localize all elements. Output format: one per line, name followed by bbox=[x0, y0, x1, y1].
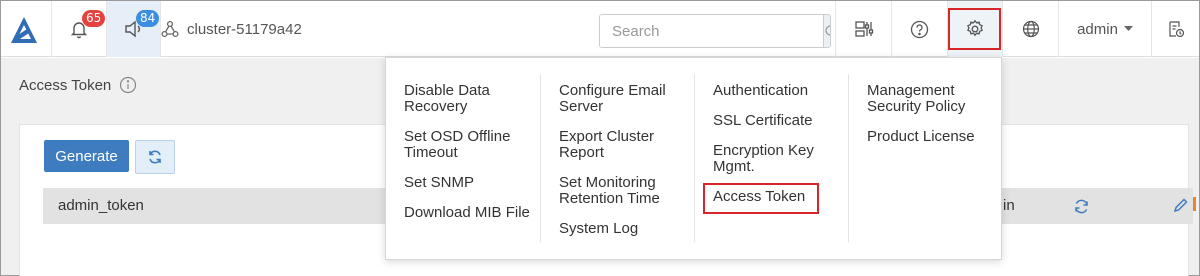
menu-item-product-license[interactable]: Product License bbox=[867, 129, 1005, 145]
generate-button[interactable]: Generate bbox=[44, 140, 129, 172]
user-name: admin bbox=[1077, 20, 1118, 38]
menu-item-ssl-certificate[interactable]: SSL Certificate bbox=[713, 113, 851, 129]
search-box bbox=[599, 14, 831, 48]
sync-icon[interactable] bbox=[1073, 198, 1090, 215]
cluster-monitor-button[interactable] bbox=[835, 1, 892, 57]
settings-button-highlight bbox=[948, 8, 1001, 50]
language-button[interactable] bbox=[1003, 1, 1059, 57]
menu-item-management-security-policy[interactable]: Management Security Policy bbox=[867, 83, 1005, 115]
refresh-button[interactable] bbox=[135, 140, 175, 174]
alerts-count-badge: 65 bbox=[82, 10, 106, 27]
settings-dropdown-menu: Disable Data Recovery Set OSD Offline Ti… bbox=[385, 57, 1002, 260]
token-role: in bbox=[1003, 197, 1015, 214]
help-button[interactable] bbox=[892, 1, 948, 57]
edit-icon[interactable] bbox=[1173, 197, 1189, 213]
menu-item-export-cluster-report[interactable]: Export Cluster Report bbox=[559, 129, 697, 161]
top-navbar: 65 84 cluster-51179a42 Search admin bbox=[1, 1, 1199, 57]
menu-item-encryption-key-mgmt[interactable]: Encryption Key Mgmt. bbox=[713, 143, 851, 175]
menu-column-4: Management Security Policy Product Licen… bbox=[849, 74, 1003, 242]
alerts-button[interactable]: 65 bbox=[51, 1, 107, 57]
search-input[interactable] bbox=[600, 15, 823, 47]
refresh-icon bbox=[149, 150, 161, 164]
token-name: admin_token bbox=[58, 197, 144, 214]
menu-item-configure-email-server[interactable]: Configure Email Server bbox=[559, 83, 697, 115]
menu-item-set-osd-offline-timeout[interactable]: Set OSD Offline Timeout bbox=[404, 129, 542, 161]
menu-item-download-mib-file[interactable]: Download MIB File bbox=[404, 205, 542, 221]
menu-item-authentication[interactable]: Authentication bbox=[713, 83, 851, 99]
logo-icon bbox=[11, 17, 37, 43]
help-icon bbox=[910, 20, 929, 38]
menu-column-1: Disable Data Recovery Set OSD Offline Ti… bbox=[386, 74, 541, 242]
cluster-selector[interactable]: cluster-51179a42 bbox=[161, 1, 302, 57]
clipboard-icon bbox=[1168, 21, 1184, 38]
info-icon[interactable] bbox=[119, 76, 137, 94]
access-token-highlight bbox=[703, 183, 819, 214]
menu-item-set-snmp[interactable]: Set SNMP bbox=[404, 175, 542, 191]
notifications-button[interactable]: 84 bbox=[107, 1, 161, 57]
caret-down-icon bbox=[1123, 26, 1133, 31]
task-list-button[interactable] bbox=[1152, 1, 1199, 57]
menu-item-set-monitoring-retention-time[interactable]: Set Monitoring Retention Time bbox=[559, 175, 697, 207]
cluster-icon bbox=[161, 20, 179, 38]
notifications-count-badge: 84 bbox=[136, 10, 160, 27]
search-icon bbox=[825, 24, 830, 36]
page-header: Access Token bbox=[19, 76, 137, 94]
monitor-settings-icon bbox=[854, 21, 873, 37]
page-title: Access Token bbox=[19, 76, 112, 94]
cluster-name: cluster-51179a42 bbox=[187, 20, 302, 38]
menu-column-2: Configure Email Server Export Cluster Re… bbox=[541, 74, 695, 242]
globe-icon bbox=[1022, 20, 1039, 38]
menu-item-system-log[interactable]: System Log bbox=[559, 221, 697, 237]
menu-item-disable-data-recovery[interactable]: Disable Data Recovery bbox=[404, 83, 542, 115]
menu-column-3: Authentication SSL Certificate Encryptio… bbox=[695, 74, 849, 242]
user-menu[interactable]: admin bbox=[1059, 1, 1152, 57]
search-button[interactable] bbox=[823, 15, 830, 47]
delete-icon[interactable] bbox=[1193, 197, 1196, 211]
